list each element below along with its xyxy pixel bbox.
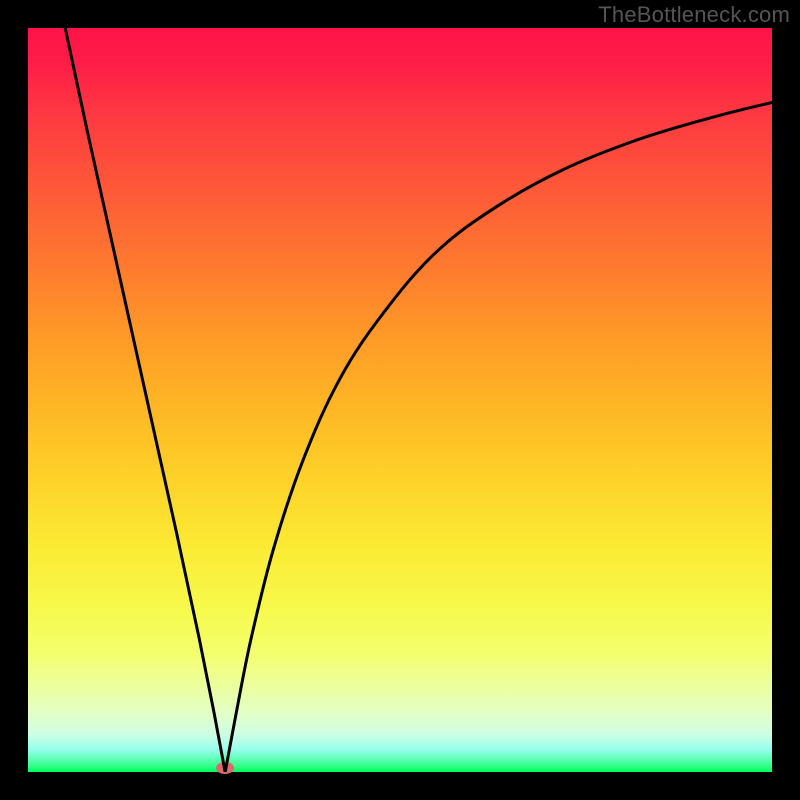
watermark-text: TheBottleneck.com (598, 2, 790, 28)
chart-frame: TheBottleneck.com (0, 0, 800, 800)
curve-right-branch (225, 102, 772, 772)
plot-area (28, 28, 772, 772)
curve-left-branch (65, 28, 225, 772)
curve-svg (28, 28, 772, 772)
